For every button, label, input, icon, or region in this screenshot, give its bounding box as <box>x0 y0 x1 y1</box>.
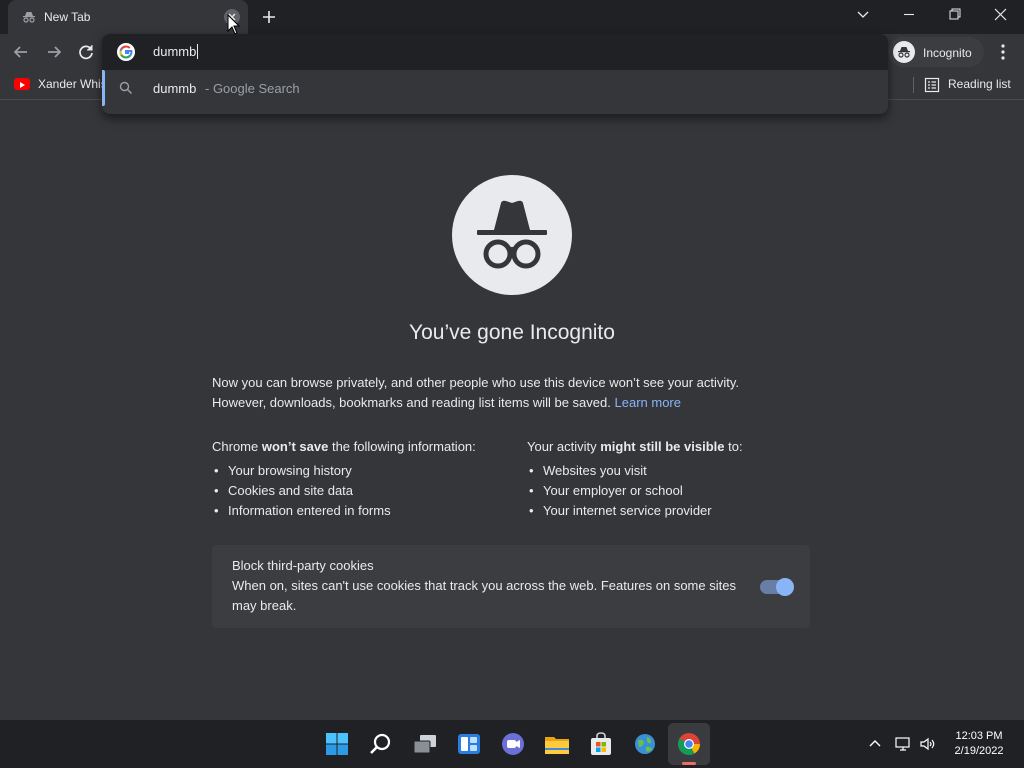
bookmark-label: Xander Whis <box>38 77 107 91</box>
block-cookies-toggle[interactable] <box>760 578 794 596</box>
intro-line-2-text: However, downloads, bookmarks and readin… <box>212 395 611 410</box>
system-clock[interactable]: 12:03 PM 2/19/2022 <box>944 729 1014 759</box>
profile-label: Incognito <box>923 46 972 60</box>
youtube-icon <box>14 78 30 90</box>
bookmarks-divider <box>913 77 914 93</box>
incognito-icon <box>23 12 35 23</box>
clock-time: 12:03 PM <box>955 730 1003 742</box>
heading-text: the following information: <box>331 439 476 454</box>
chevron-down-icon <box>857 11 869 18</box>
tab-new-tab[interactable]: New Tab <box>8 0 248 34</box>
incognito-logo <box>452 175 572 295</box>
weather-icon[interactable] <box>631 730 659 758</box>
tab-title: New Tab <box>44 10 91 24</box>
restore-button[interactable] <box>932 0 978 34</box>
list-item: Your employer or school <box>527 481 827 501</box>
incognito-page: You’ve gone Incognito Now you can browse… <box>0 100 1024 720</box>
intro-line-2: However, downloads, bookmarks and readin… <box>212 393 812 413</box>
active-app-indicator <box>682 762 696 765</box>
reload-icon <box>79 45 93 60</box>
cookie-controls-description: When on, sites can't use cookies that tr… <box>232 578 736 613</box>
search-icon <box>119 81 133 95</box>
heading-bold-text: might still be visible <box>600 439 725 454</box>
list-item: Your internet service provider <box>527 501 827 521</box>
close-icon <box>994 8 1007 21</box>
search-icon[interactable] <box>367 730 395 758</box>
chevron-up-icon[interactable] <box>866 735 884 753</box>
task-view-icon[interactable] <box>411 730 439 758</box>
suggestion-row[interactable]: dummb - Google Search <box>102 70 888 106</box>
forward-button[interactable] <box>43 41 65 63</box>
heading-text: Your activity <box>527 439 597 454</box>
taskbar: 12:03 PM 2/19/2022 <box>0 720 1024 768</box>
store-icon[interactable] <box>587 730 615 758</box>
clock-date: 2/19/2022 <box>954 745 1004 757</box>
volume-icon[interactable] <box>919 735 937 753</box>
list-item: Information entered in forms <box>212 501 512 521</box>
cookie-controls-title: Block third-party cookies <box>232 558 374 573</box>
arrow-left-icon <box>13 46 27 58</box>
heading-text: Chrome <box>212 439 259 454</box>
list-item: Websites you visit <box>527 461 827 481</box>
google-icon <box>117 43 135 61</box>
page-title: You’ve gone Incognito <box>409 321 615 344</box>
heading-text: to: <box>728 439 743 454</box>
might-be-visible-list: Websites you visit Your employer or scho… <box>527 461 827 521</box>
widgets-icon[interactable] <box>455 730 483 758</box>
incognito-intro: Now you can browse privately, and other … <box>212 373 812 413</box>
reload-button[interactable] <box>75 41 97 63</box>
chrome-icon[interactable] <box>675 730 703 758</box>
title-bar: New Tab <box>0 0 1024 35</box>
list-item: Cookies and site data <box>212 481 512 501</box>
omnibox-dropdown: dummb dummb - Google Search <box>102 34 888 114</box>
list-item: Your browsing history <box>212 461 512 481</box>
reading-list-icon <box>924 77 940 93</box>
tab-search-button[interactable] <box>840 0 886 34</box>
profile-button[interactable]: Incognito <box>888 37 984 67</box>
restore-icon <box>949 8 961 20</box>
intro-line-1: Now you can browse privately, and other … <box>212 375 740 390</box>
address-bar[interactable]: dummb <box>102 34 888 70</box>
text-caret <box>197 44 199 59</box>
menu-button[interactable] <box>994 42 1012 62</box>
might-be-visible-section: Your activity might still be visible to:… <box>527 437 827 521</box>
kebab-icon <box>1001 44 1005 60</box>
cookie-controls-card: Block third-party cookies When on, sites… <box>212 545 810 628</box>
minimize-button[interactable] <box>886 0 932 34</box>
heading-bold-text: won’t save <box>261 439 329 454</box>
wont-save-heading: Chrome won’t save the following informat… <box>212 437 512 457</box>
plus-icon <box>263 11 275 23</box>
back-button[interactable] <box>10 41 32 63</box>
suggestion-query: dummb <box>153 81 197 96</box>
network-icon[interactable] <box>894 735 912 753</box>
file-explorer-icon[interactable] <box>543 730 571 758</box>
address-input[interactable]: dummb <box>153 44 853 59</box>
arrow-right-icon <box>48 46 62 58</box>
wont-save-list: Your browsing history Cookies and site d… <box>212 461 512 521</box>
address-input-text: dummb <box>153 44 197 59</box>
windows-start-icon[interactable] <box>323 730 351 758</box>
wont-save-section: Chrome won’t save the following informat… <box>212 437 512 521</box>
suggestion-type: - Google Search <box>205 81 300 96</box>
close-window-button[interactable] <box>978 0 1024 34</box>
suggestion-selected-indicator <box>102 70 105 106</box>
mouse-cursor-icon <box>227 14 241 35</box>
reading-list-label: Reading list <box>948 77 1011 91</box>
incognito-icon <box>477 200 547 269</box>
new-tab-button[interactable] <box>258 6 280 28</box>
might-be-visible-heading: Your activity might still be visible to: <box>527 437 827 457</box>
chat-icon[interactable] <box>499 730 527 758</box>
minimize-icon <box>904 13 914 16</box>
incognito-icon <box>893 41 915 63</box>
toggle-knob <box>776 578 794 596</box>
learn-more-link[interactable]: Learn more <box>615 395 681 410</box>
